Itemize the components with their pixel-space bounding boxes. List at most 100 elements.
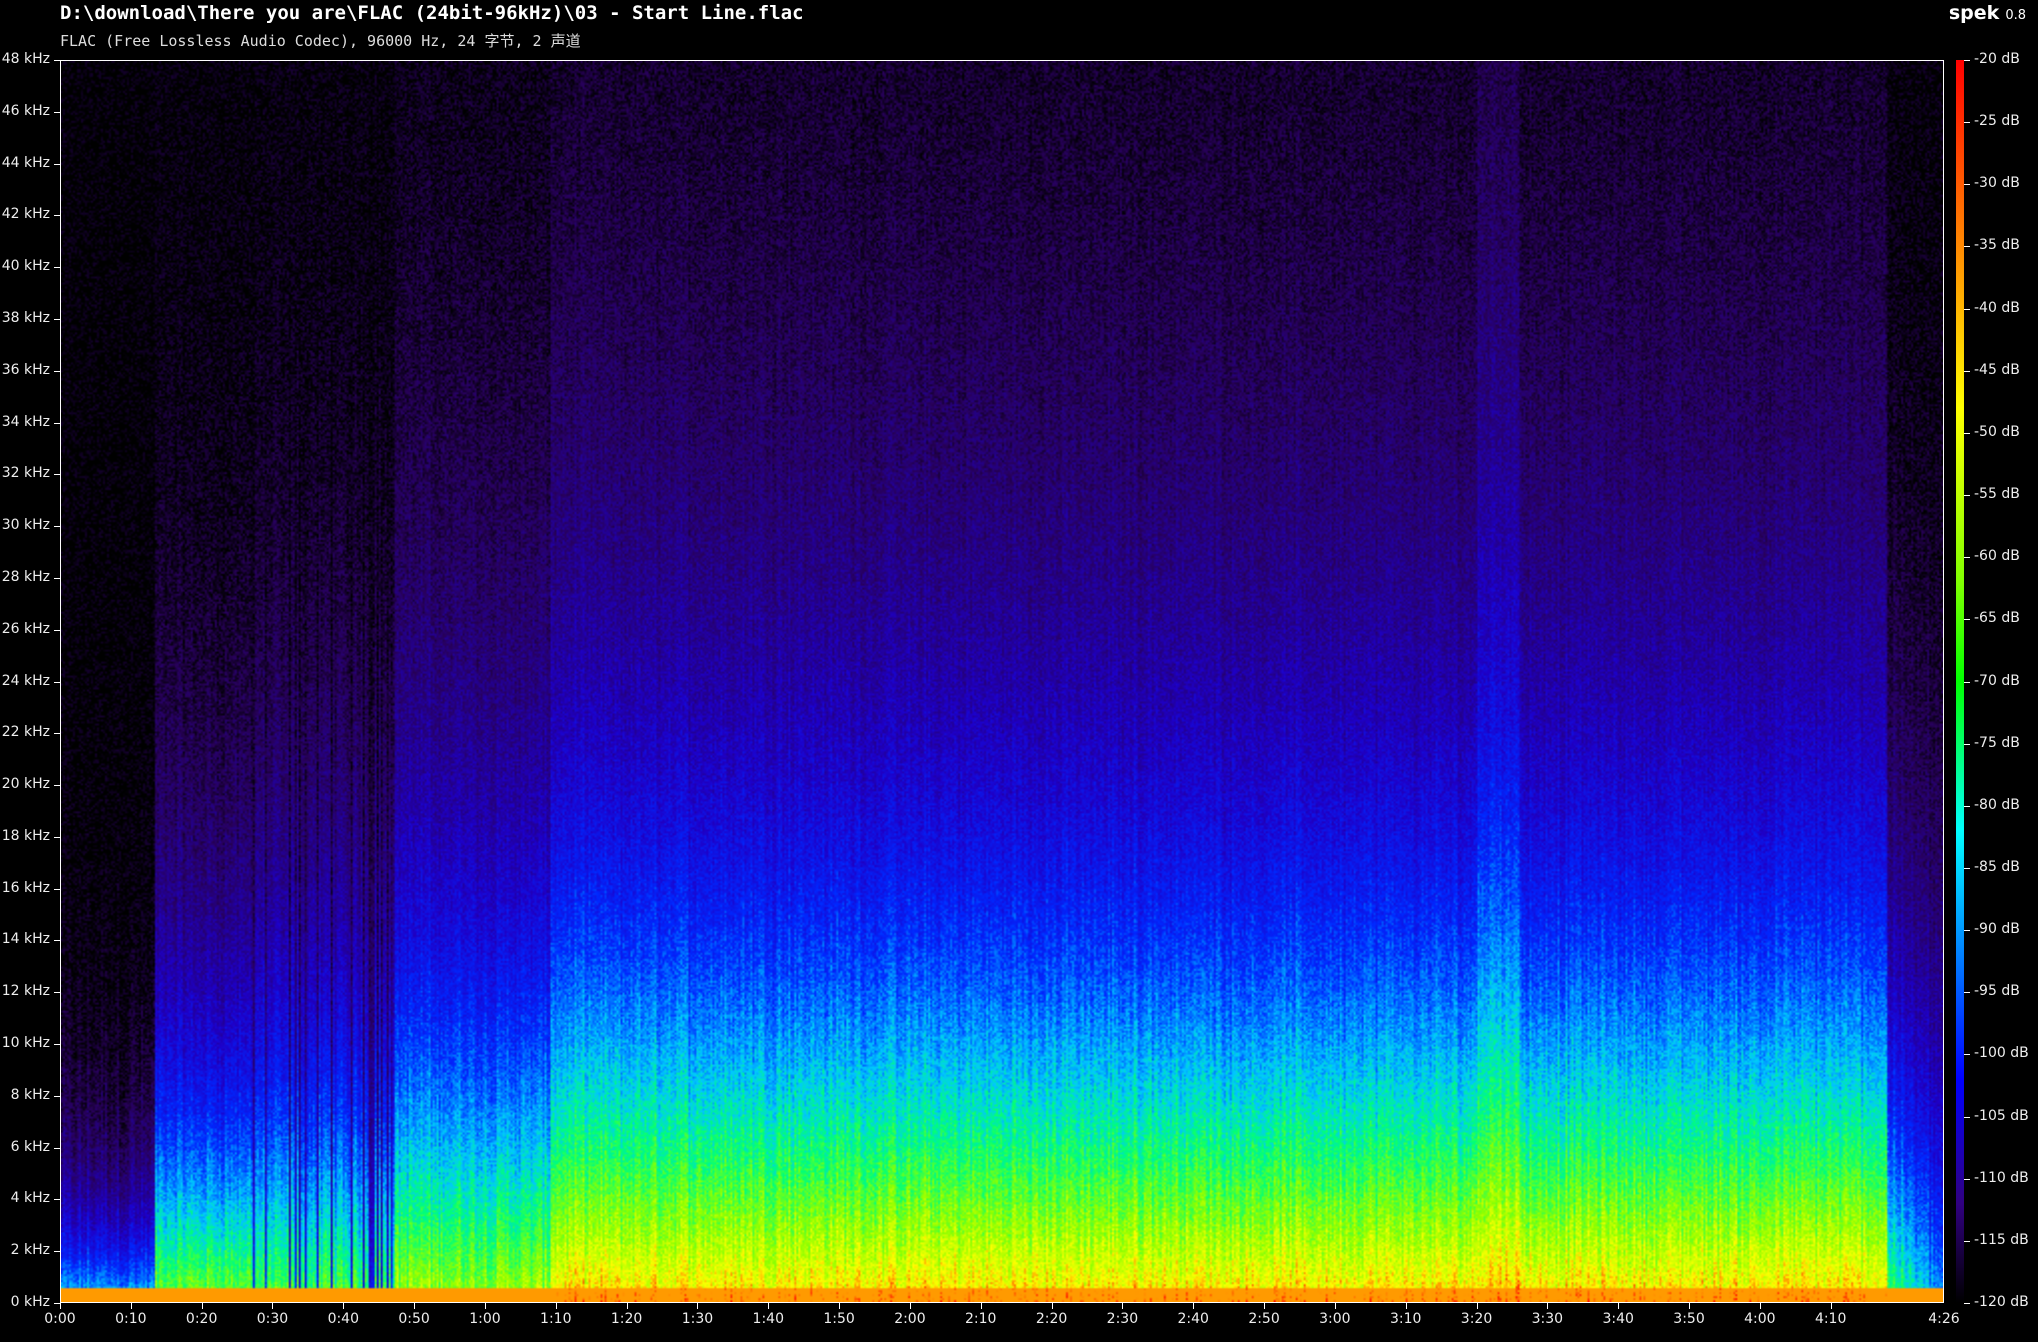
x-tick-mark — [1406, 1303, 1407, 1309]
app-name: spek — [1948, 2, 2000, 24]
db-tick-mark — [1964, 1179, 1970, 1180]
db-tick-mark — [1964, 992, 1970, 993]
y-tick-label: 26 kHz — [1, 620, 50, 637]
x-tick-label: 0:10 — [115, 1311, 147, 1327]
x-tick-label: 0:30 — [256, 1311, 289, 1327]
y-tick-label: 28 kHz — [1, 568, 50, 585]
y-tick-mark — [54, 1044, 60, 1045]
db-tick-label: -95 dB — [1974, 983, 2020, 1000]
y-tick-mark — [54, 1251, 60, 1252]
x-tick-mark — [202, 1303, 203, 1309]
db-tick-mark — [1964, 60, 1970, 61]
db-tick-label: -85 dB — [1974, 858, 2020, 875]
x-tick-label: 4:10 — [1814, 1311, 1847, 1327]
x-tick-mark — [131, 1303, 132, 1309]
file-path-title: D:\download\There you are\FLAC (24bit-96… — [60, 2, 804, 24]
x-tick-label: 0:40 — [327, 1311, 360, 1327]
y-tick-label: 42 kHz — [1, 206, 50, 223]
y-tick-label: 38 kHz — [1, 309, 50, 326]
db-tick-label: -65 dB — [1974, 610, 2020, 627]
x-end-label: 4:26 — [1928, 1311, 1960, 1327]
x-tick-label: 2:20 — [1035, 1311, 1068, 1327]
file-info-subtitle: FLAC (Free Lossless Audio Codec), 96000 … — [60, 32, 581, 50]
x-tick-label: 0:20 — [185, 1311, 218, 1327]
y-tick-mark — [54, 1096, 60, 1097]
db-tick-mark — [1964, 122, 1970, 123]
db-tick-mark — [1964, 682, 1970, 683]
db-tick-label: -35 dB — [1974, 237, 2020, 254]
y-tick-label: 34 kHz — [1, 413, 50, 430]
db-tick-mark — [1964, 930, 1970, 931]
y-tick-label: 0 kHz — [10, 1294, 50, 1310]
db-tick-label: -40 dB — [1974, 299, 2020, 316]
db-tick-label: -30 dB — [1974, 175, 2020, 192]
x-tick-label: 1:00 — [469, 1311, 501, 1327]
x-tick-mark — [60, 1303, 61, 1309]
x-tick-mark — [1477, 1303, 1478, 1309]
y-tick-label: 48 kHz — [1, 51, 50, 67]
y-tick-mark — [54, 526, 60, 527]
y-tick-mark — [54, 371, 60, 372]
y-tick-mark — [54, 940, 60, 941]
db-tick-mark — [1964, 619, 1970, 620]
db-tick-label: -115 dB — [1974, 1231, 2029, 1248]
x-tick-label: 3:50 — [1673, 1311, 1705, 1327]
x-tick-label: 0:00 — [44, 1311, 76, 1327]
y-tick-mark — [54, 60, 60, 61]
db-tick-label: -25 dB — [1974, 113, 2020, 130]
y-tick-mark — [54, 578, 60, 579]
y-tick-mark — [54, 474, 60, 475]
y-tick-mark — [54, 112, 60, 113]
db-tick-mark — [1964, 433, 1970, 434]
db-tick-mark — [1964, 184, 1970, 185]
y-tick-label: 8 kHz — [10, 1086, 50, 1103]
y-tick-label: 46 kHz — [1, 102, 50, 119]
x-tick-mark — [697, 1303, 698, 1309]
x-tick-label: 0:50 — [398, 1311, 430, 1327]
x-tick-label: 3:30 — [1531, 1311, 1564, 1327]
x-tick-label: 1:50 — [823, 1311, 855, 1327]
x-tick-mark — [1547, 1303, 1548, 1309]
db-tick-label: -110 dB — [1974, 1169, 2029, 1186]
x-tick-label: 1:30 — [681, 1311, 714, 1327]
x-tick-label: 1:20 — [610, 1311, 643, 1327]
x-tick-mark — [272, 1303, 273, 1309]
x-tick-mark — [485, 1303, 486, 1309]
y-tick-mark — [54, 682, 60, 683]
y-tick-label: 32 kHz — [1, 465, 50, 482]
db-tick-mark — [1964, 1241, 1970, 1242]
y-tick-mark — [54, 1148, 60, 1149]
y-tick-label: 30 kHz — [1, 517, 50, 534]
db-tick-mark — [1964, 1303, 1970, 1304]
x-tick-mark — [1264, 1303, 1265, 1309]
x-tick-mark — [768, 1303, 769, 1309]
y-tick-label: 40 kHz — [1, 258, 50, 275]
db-tick-mark — [1964, 309, 1970, 310]
db-tick-label: -70 dB — [1974, 672, 2020, 689]
x-tick-mark — [1831, 1303, 1832, 1309]
db-tick-mark — [1964, 868, 1970, 869]
db-tick-label: -75 dB — [1974, 734, 2020, 751]
x-tick-mark — [1052, 1303, 1053, 1309]
x-tick-mark — [1760, 1303, 1761, 1309]
x-tick-label: 2:50 — [1248, 1311, 1280, 1327]
y-tick-label: 10 kHz — [1, 1035, 50, 1052]
y-tick-mark — [54, 992, 60, 993]
db-tick-label: -50 dB — [1974, 423, 2020, 440]
x-tick-label: 3:40 — [1602, 1311, 1634, 1327]
x-tick-mark — [981, 1303, 982, 1309]
x-tick-mark — [1689, 1303, 1690, 1309]
db-tick-mark — [1964, 744, 1970, 745]
db-tick-mark — [1964, 495, 1970, 496]
y-tick-mark — [54, 215, 60, 216]
y-tick-label: 6 kHz — [10, 1138, 50, 1155]
x-tick-mark — [627, 1303, 628, 1309]
x-tick-label: 2:10 — [965, 1311, 997, 1327]
db-tick-mark — [1964, 246, 1970, 247]
x-tick-mark — [839, 1303, 840, 1309]
y-tick-label: 12 kHz — [1, 983, 50, 1000]
x-tick-mark — [910, 1303, 911, 1309]
y-tick-mark — [54, 889, 60, 890]
db-tick-mark — [1964, 371, 1970, 372]
x-tick-mark — [414, 1303, 415, 1309]
